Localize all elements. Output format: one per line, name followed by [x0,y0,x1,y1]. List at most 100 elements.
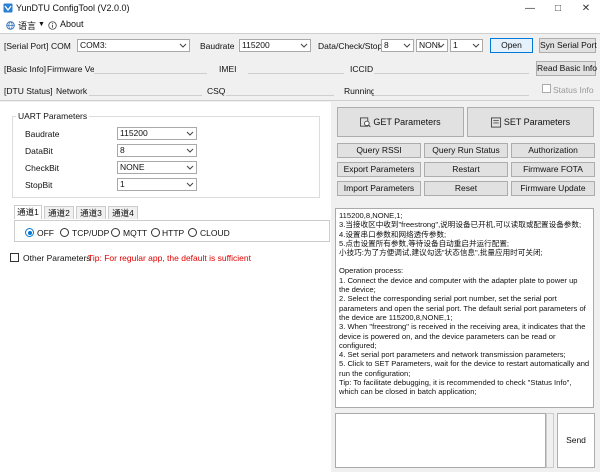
uart-databit-label: DataBit [25,146,53,156]
com-value: COM3: [80,40,107,50]
com-label: COM [51,41,71,51]
uart-baudrate-select[interactable]: 115200 [117,127,197,140]
export-parameters-button[interactable]: Export Parameters [337,162,421,177]
network-value [89,83,202,96]
chevron-down-icon [186,148,194,153]
set-parameters-button[interactable]: SET Parameters [467,107,594,137]
tab-channel-2[interactable]: 通道2 [44,206,74,219]
csq-label: CSQ [207,86,226,96]
get-parameters-button[interactable]: GET Parameters [337,107,464,137]
status-info-checkbox[interactable] [542,84,551,93]
import-parameters-button[interactable]: Import Parameters [337,181,421,196]
query-run-status-button[interactable]: Query Run Status [424,143,508,158]
uart-stopbit-select[interactable]: 1 [117,178,197,191]
stop-bit-select[interactable]: 1 [450,39,483,52]
mode-http-label: HTTP [162,228,185,238]
other-parameters-checkbox[interactable] [10,253,19,262]
window-title: YunDTU ConfigTool (V2.0.0) [16,3,130,13]
uart-baudrate-label: Baudrate [25,129,60,139]
settings-doc-icon [490,117,501,128]
close-button[interactable]: ✕ [572,0,600,18]
mode-cloud-label: CLOUD [200,228,230,238]
read-basic-info-button[interactable]: Read Basic Info [536,61,597,76]
mode-cloud-radio[interactable] [188,228,197,237]
running-value [374,83,529,96]
mode-http-radio[interactable] [151,228,160,237]
status-info-label: Status Info [553,85,594,95]
chevron-down-icon [186,182,194,187]
uart-parameters-title: UART Parameters [16,111,90,121]
data-check-stop-label: Data/Check/Stop [318,41,383,51]
tab-channel-3[interactable]: 通道3 [76,206,106,219]
channel-tabs: 通道1 通道2 通道3 通道4 [14,205,144,220]
mode-off-label: OFF [37,228,54,238]
imei-label: IMEI [219,64,237,74]
running-label: Running [344,86,376,96]
uart-databit-value: 8 [120,145,125,155]
csq-value [226,83,334,96]
minimize-button[interactable]: — [516,0,544,18]
menu-language[interactable]: 语言 [18,19,36,32]
mode-mqtt-label: MQTT [123,228,148,238]
restart-button[interactable]: Restart [424,162,508,177]
send-input[interactable] [335,413,546,468]
maximize-button[interactable]: □ [544,0,572,18]
baudrate-value: 115200 [242,40,270,50]
receive-log[interactable]: 115200,8,NONE,1; 3.当接收区中收到"freestrong",说明… [335,208,594,408]
firmware-update-button[interactable]: Firmware Update [511,181,595,196]
section-dtu-status: [DTU Status] [4,86,53,96]
log-line: 115200,8,NONE,1; [339,211,403,220]
set-parameters-label: SET Parameters [503,117,571,127]
log-line: 小技巧:为了方便调试,建议勾选"状态信息",批量应用时可关闭; [339,248,543,258]
section-serial-port: [Serial Port] [4,41,49,51]
divider [0,100,600,101]
send-button[interactable]: Send [557,413,595,468]
uart-checkbit-select[interactable]: NONE [117,161,197,174]
iccid-value [374,61,529,74]
log-line: 4.设置串口参数和网络透传参数; [339,229,447,239]
chevron-down-icon [403,43,411,48]
open-button[interactable]: Open [490,38,533,53]
menu-about[interactable]: About [60,19,84,29]
mode-off-radio[interactable] [25,228,34,237]
search-icon [360,117,371,128]
check-bit-select[interactable]: NONI [416,39,448,52]
uart-databit-select[interactable]: 8 [117,144,197,157]
get-parameters-label: GET Parameters [373,117,441,127]
com-select[interactable]: COM3: [77,39,190,52]
log-line: Operation process: [339,266,404,276]
log-line: 3.当接收区中收到"freestrong",说明设备已开机,可以读取或配置设备参… [339,220,582,230]
iccid-label: ICCID [350,64,374,74]
firmware-fota-button[interactable]: Firmware FOTA [511,162,595,177]
globe-icon [6,21,15,30]
other-parameters-tip: Tip: For regular app, the default is suf… [88,253,252,263]
chevron-down-icon [472,43,480,48]
data-bits-select[interactable]: 8 [381,39,414,52]
section-basic-info: [Basic Info] [4,64,47,74]
app-icon [3,3,13,13]
reset-button[interactable]: Reset [424,181,508,196]
imei-value [248,61,344,74]
query-rssi-button[interactable]: Query RSSI [337,143,421,158]
uart-stopbit-value: 1 [120,179,125,189]
chevron-down-icon [300,43,308,48]
log-line: 5. Click to SET Parameters, wait for the… [339,359,592,378]
info-icon [48,21,57,30]
menu-bar: 语言 ▼ About [0,18,600,33]
baudrate-select[interactable]: 115200 [239,39,311,52]
syn-serial-port-button[interactable]: Syn Serial Port [539,38,597,53]
network-label: Network [56,86,88,96]
send-input-scrollbar[interactable] [546,413,554,468]
mode-mqtt-radio[interactable] [111,228,120,237]
title-bar: YunDTU ConfigTool (V2.0.0) — □ ✕ [0,0,600,18]
divider [0,33,600,34]
uart-baudrate-value: 115200 [120,128,148,138]
tab-channel-1[interactable]: 通道1 [14,205,42,219]
log-line: 4. Set serial port parameters and networ… [339,350,566,360]
chevron-down-icon [437,43,445,48]
mode-tcp-udp-radio[interactable] [60,228,69,237]
authorization-button[interactable]: Authorization [511,143,595,158]
mode-tcp-udp-label: TCP/UDP [72,228,110,238]
tab-channel-4[interactable]: 通道4 [108,206,138,219]
data-bits-value: 8 [384,40,389,50]
